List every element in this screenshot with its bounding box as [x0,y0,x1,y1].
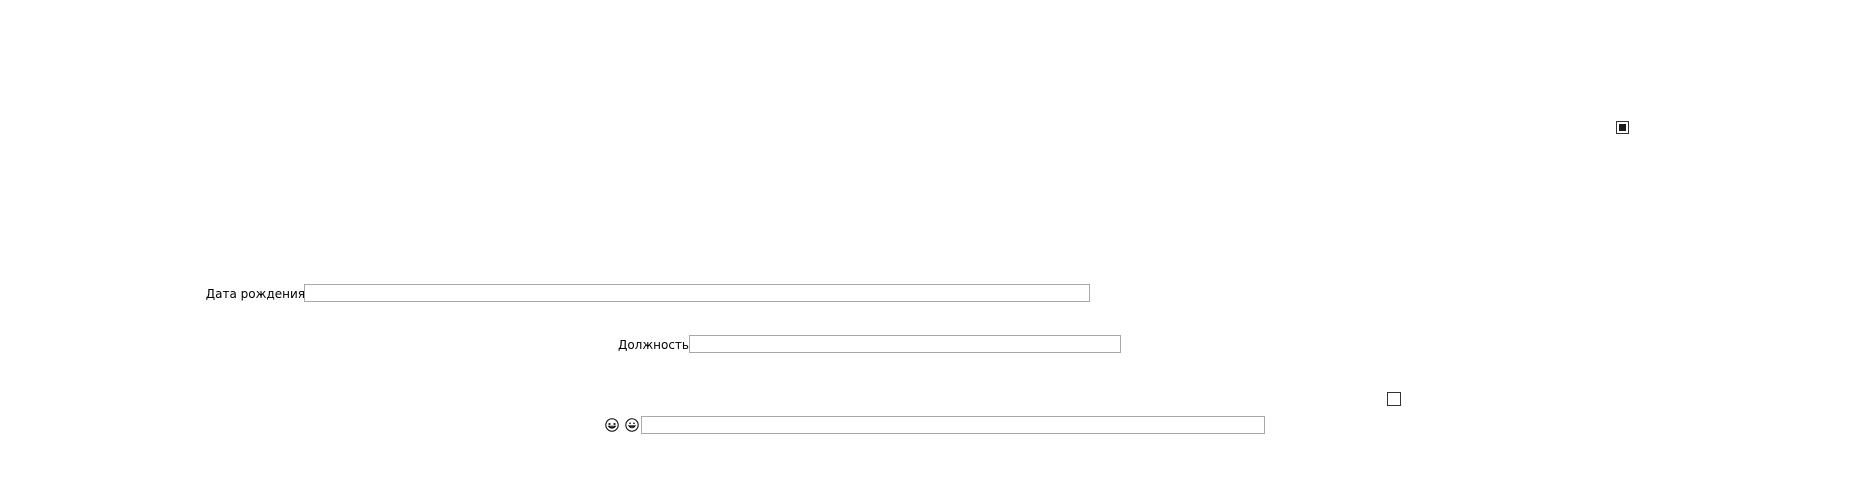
bottom-checkbox[interactable] [1387,392,1401,406]
checkbox-checkmark [1619,124,1626,131]
form-canvas: Дата рождения Должность [0,0,1874,486]
emoji-text-input[interactable] [641,416,1265,434]
position-input[interactable] [689,335,1121,353]
grinning-face-icon [625,418,639,432]
birth-date-label: Дата рождения [205,287,305,301]
top-checkbox[interactable] [1616,121,1629,134]
position-label: Должность [617,338,689,352]
laughing-face-icon [605,418,619,432]
birth-date-input[interactable] [304,284,1090,302]
